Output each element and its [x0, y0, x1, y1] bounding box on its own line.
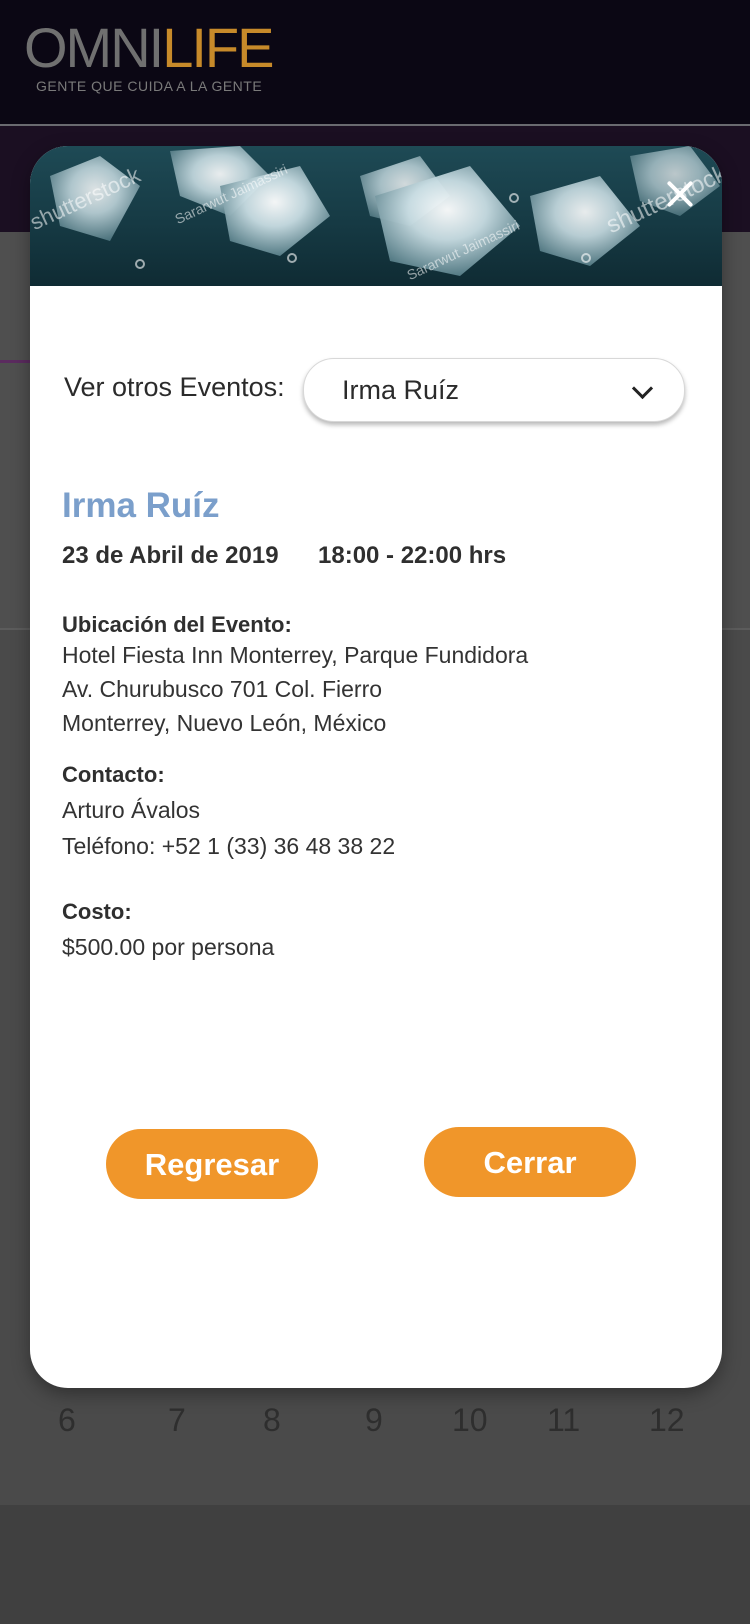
hero-image-diamonds: shutterstock Sararwut Jaimassiri Sararwu… — [30, 146, 722, 286]
event-detail-modal: shutterstock Sararwut Jaimassiri Sararwu… — [30, 146, 722, 1388]
cost-value: $500.00 por persona — [62, 934, 275, 960]
background-accent-line — [0, 360, 30, 363]
calendar-day[interactable]: 10 — [452, 1402, 488, 1439]
logo-life: LIFE — [162, 16, 274, 79]
bottom-area — [0, 1505, 750, 1624]
location-line: Av. Churubusco 701 Col. Fierro — [62, 676, 383, 702]
calendar-day[interactable]: 12 — [649, 1402, 685, 1439]
contact-name: Arturo Ávalos — [62, 797, 201, 823]
select-value: Irma Ruíz — [342, 375, 460, 405]
event-date: 23 de Abril de 2019 — [62, 542, 279, 569]
calendar-day[interactable]: 8 — [263, 1402, 281, 1439]
close-button[interactable]: Cerrar — [424, 1127, 636, 1197]
location-line: Hotel Fiesta Inn Monterrey, Parque Fundi… — [62, 642, 529, 668]
calendar-week-row: 6 7 8 9 10 11 12 — [0, 1402, 750, 1446]
contact-label: Contacto: — [62, 762, 165, 787]
chevron-down-icon — [631, 377, 654, 400]
location-label: Ubicación del Evento: — [62, 612, 292, 637]
calendar-day[interactable]: 6 — [58, 1402, 76, 1439]
omnilife-logo: OMNILIFE GENTE QUE CUIDA A LA GENTE — [24, 20, 274, 95]
logo-wordmark: OMNILIFE — [24, 20, 274, 76]
back-button[interactable]: Regresar — [106, 1129, 318, 1199]
location-line: Monterrey, Nuevo León, México — [62, 710, 387, 736]
calendar-day[interactable]: 9 — [365, 1402, 383, 1439]
filter-label: Ver otros Eventos: — [64, 372, 285, 402]
calendar-day[interactable]: 7 — [168, 1402, 186, 1439]
logo-tagline: GENTE QUE CUIDA A LA GENTE — [36, 78, 263, 94]
event-title: Irma Ruíz — [62, 486, 220, 525]
contact-phone: Teléfono: +52 1 (33) 36 48 38 22 — [62, 833, 396, 859]
event-time: 18:00 - 22:00 hrs — [318, 542, 507, 569]
event-select-dropdown[interactable]: Irma Ruíz — [303, 358, 685, 422]
calendar-day[interactable]: 11 — [547, 1402, 580, 1439]
logo-omni: OMNI — [24, 16, 164, 79]
app-header: OMNILIFE GENTE QUE CUIDA A LA GENTE — [0, 0, 750, 125]
close-icon[interactable] — [658, 172, 702, 216]
cost-label: Costo: — [62, 899, 132, 924]
